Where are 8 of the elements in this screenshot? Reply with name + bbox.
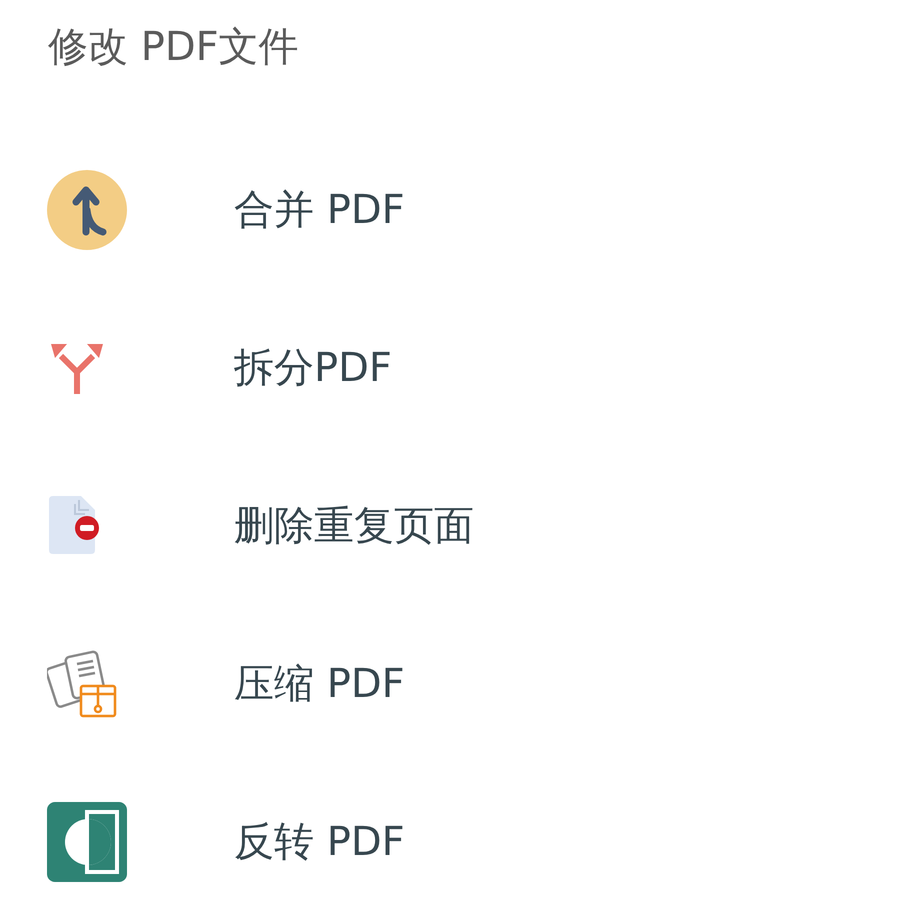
tool-item[interactable]: 反转 PDF — [0, 763, 917, 899]
contrast-icon — [47, 802, 127, 882]
tool-item[interactable]: 合并 PDF — [0, 131, 917, 289]
section-title: 修改 PDF文件 — [47, 23, 300, 67]
tool-item[interactable]: 拆分PDF — [0, 289, 917, 447]
tool-item[interactable]: 压缩 PDF — [0, 605, 917, 763]
documents-box-icon — [47, 648, 119, 720]
tool-item[interactable]: 删除重复页面 — [0, 447, 917, 605]
